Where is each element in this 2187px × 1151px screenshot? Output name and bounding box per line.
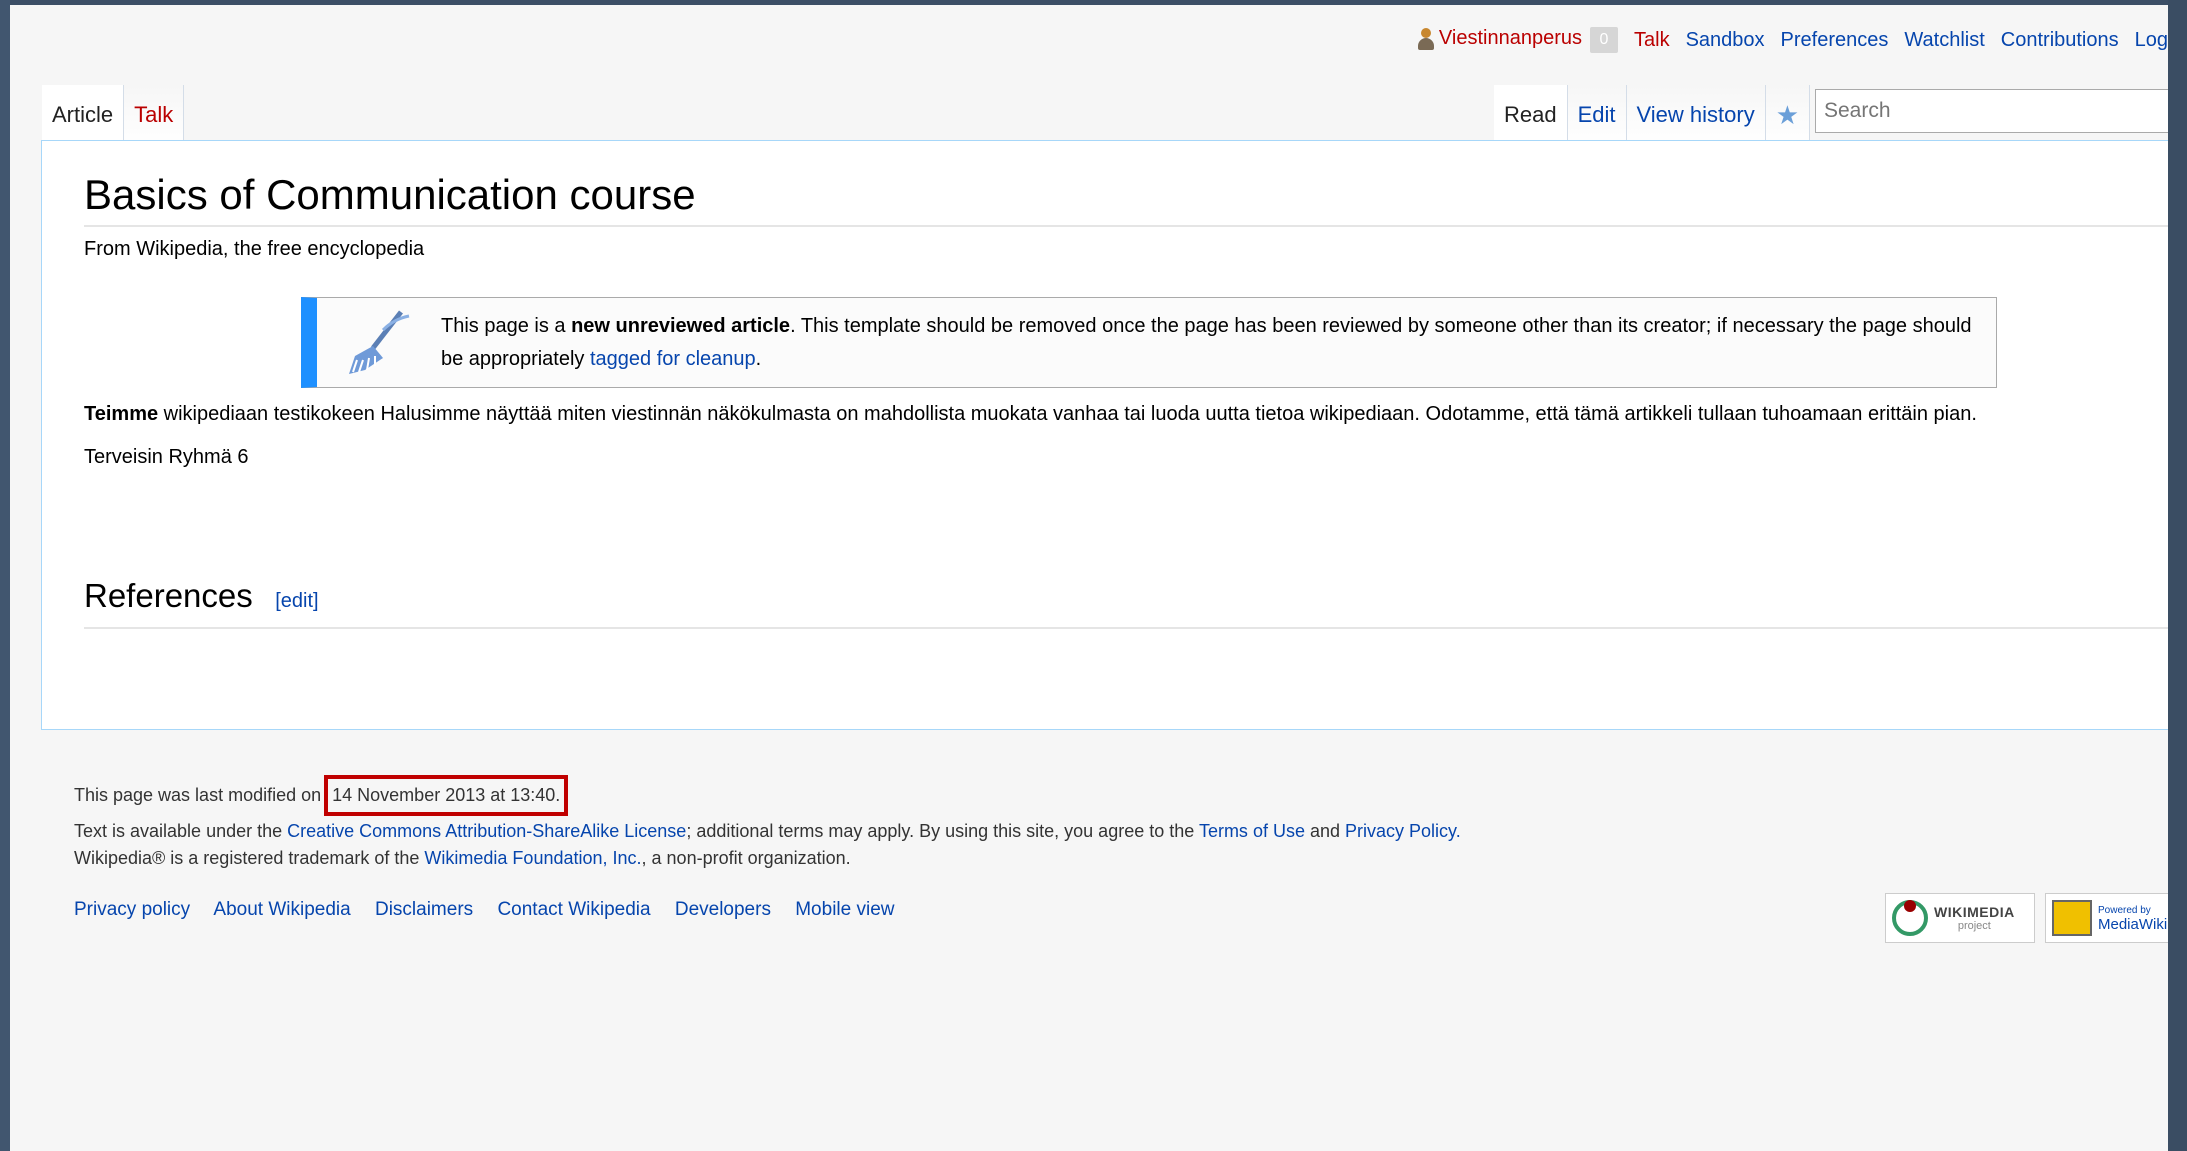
search-input[interactable] xyxy=(1815,89,2168,133)
references-edit-link[interactable]: [edit] xyxy=(275,590,318,612)
footer-last-modified: This page was last modified on 14 Novemb… xyxy=(74,775,569,816)
slide-border-right xyxy=(2168,0,2187,1151)
footer-link-contact[interactable]: Contact Wikipedia xyxy=(497,899,650,920)
footer-trademark: Wikipedia® is a registered trademark of … xyxy=(74,848,851,868)
view-tabs: Read Edit View history ★ xyxy=(1494,85,1811,145)
powered-by-mediawiki-badge[interactable]: Powered by MediaWiki xyxy=(2045,893,2168,943)
tab-read[interactable]: Read xyxy=(1494,85,1568,145)
contributions-link[interactable]: Contributions xyxy=(2001,29,2119,52)
notification-badge[interactable]: 0 xyxy=(1590,27,1618,53)
notice-box: This page is a new unreviewed article. T… xyxy=(301,297,1997,388)
mediawiki-logo-icon xyxy=(2052,900,2092,936)
tab-article[interactable]: Article xyxy=(42,85,125,145)
wikimedia-project-badge[interactable]: WIKIMEDIA project xyxy=(1885,893,2035,943)
sandbox-link[interactable]: Sandbox xyxy=(1686,29,1765,52)
footer-license: Text is available under the Creative Com… xyxy=(74,821,1461,841)
browser-page: Viestinnanperus 0 Talk Sandbox Preference… xyxy=(10,5,2168,1151)
footer-link-disclaimers[interactable]: Disclaimers xyxy=(375,899,473,920)
preferences-link[interactable]: Preferences xyxy=(1781,29,1889,52)
privacy-policy-inline-link[interactable]: Privacy Policy. xyxy=(1345,821,1461,841)
personal-talk-link[interactable]: Talk xyxy=(1634,29,1670,52)
footer-link-about[interactable]: About Wikipedia xyxy=(213,899,350,920)
user-icon xyxy=(1417,27,1435,50)
body-paragraph: Teimme wikipediaan testikokeen Halusimme… xyxy=(84,403,1977,425)
footer-links: Privacy policy About Wikipedia Disclaime… xyxy=(74,899,914,921)
content-area: Basics of Communication course From Wiki… xyxy=(41,140,2168,730)
body-signature: Terveisin Ryhmä 6 xyxy=(84,446,249,468)
footer-link-privacy-policy[interactable]: Privacy policy xyxy=(74,899,190,920)
site-subtitle: From Wikipedia, the free encyclopedia xyxy=(84,238,425,260)
references-title: References xyxy=(84,577,253,614)
tab-talk[interactable]: Talk xyxy=(124,85,185,145)
namespace-tabs: Article Talk xyxy=(42,85,185,145)
slide-border-left xyxy=(0,0,10,1151)
watch-button[interactable]: ★ xyxy=(1765,85,1811,145)
tagged-for-cleanup-link[interactable]: tagged for cleanup xyxy=(590,348,756,370)
cc-license-link[interactable]: Creative Commons Attribution-ShareAlike … xyxy=(287,821,686,841)
footer-link-mobile-view[interactable]: Mobile view xyxy=(795,899,894,920)
tab-edit[interactable]: Edit xyxy=(1567,85,1627,145)
terms-of-use-link[interactable]: Terms of Use xyxy=(1199,821,1305,841)
broom-icon xyxy=(349,310,410,374)
highlighted-date: 14 November 2013 at 13:40. xyxy=(324,775,569,816)
references-heading: References [edit] xyxy=(84,577,2168,629)
logout-link[interactable]: Log xyxy=(2135,29,2168,52)
watchlist-link[interactable]: Watchlist xyxy=(1904,29,1984,52)
star-icon: ★ xyxy=(1775,99,1800,130)
notice-text: This page is a new unreviewed article. T… xyxy=(441,315,1972,370)
notice-bold: new unreviewed article xyxy=(571,315,791,337)
wikimedia-logo-icon xyxy=(1892,900,1928,936)
footer-link-developers[interactable]: Developers xyxy=(675,899,771,920)
page-title: Basics of Communication course xyxy=(84,171,2168,227)
tab-view-history[interactable]: View history xyxy=(1626,85,1766,145)
personal-toolbar: Viestinnanperus 0 Talk Sandbox Preference… xyxy=(1401,25,2168,55)
wikimedia-foundation-link[interactable]: Wikimedia Foundation, Inc. xyxy=(424,848,641,868)
user-link[interactable]: Viestinnanperus 0 xyxy=(1417,27,1618,53)
